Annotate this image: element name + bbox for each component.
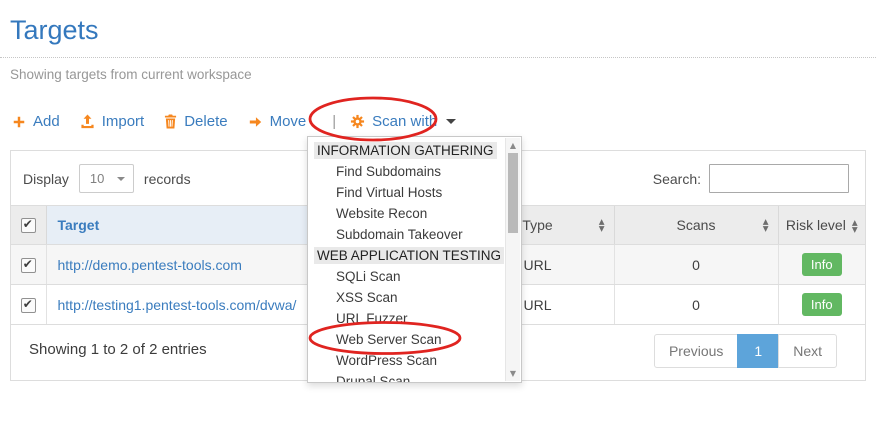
menu-item-drupal-scan[interactable]: Drupal Scan [308,371,505,383]
risk-header-label: Risk level [786,217,846,233]
previous-page-button[interactable]: Previous [654,334,738,368]
sort-icon [763,218,769,232]
trash-icon [164,114,177,129]
risk-info-badge[interactable]: Info [802,253,842,276]
import-label: Import [102,113,145,130]
move-button[interactable]: Move [248,113,307,130]
delete-button[interactable]: Delete [164,113,227,130]
scans-header-label: Scans [677,217,716,233]
search-label: Search: [653,171,701,187]
select-caret-icon [117,177,125,181]
row-checkbox[interactable] [21,298,36,313]
move-label: Move [270,113,307,130]
upload-icon [80,114,95,129]
scan-with-dropdown-menu: INFORMATION GATHERING Find Subdomains Fi… [307,136,522,383]
add-button[interactable]: Add [12,113,60,130]
entries-summary: Showing 1 to 2 of 2 entries [29,341,207,358]
sort-icon [599,218,605,232]
delete-label: Delete [184,113,227,130]
scans-cell: 0 [614,245,778,285]
menu-item-subdomain-takeover[interactable]: Subdomain Takeover [308,224,505,245]
pagination: Previous 1 Next [654,334,837,368]
column-header-scans[interactable]: Scans [614,206,778,245]
menu-item-xss-scan[interactable]: XSS Scan [308,287,505,308]
chevron-down-icon [446,119,456,124]
display-records-control: Display 10 records [23,164,191,193]
scrollbar-thumb[interactable] [508,153,518,233]
menu-category-web-application-testing: WEB APPLICATION TESTING [308,245,505,266]
menu-item-wordpress-scan[interactable]: WordPress Scan [308,350,505,371]
risk-info-badge[interactable]: Info [802,293,842,316]
search-input[interactable] [709,164,849,193]
sort-icon [852,219,858,233]
target-link[interactable]: http://demo.pentest-tools.com [58,257,242,273]
scroll-down-icon[interactable]: ▼ [506,369,520,378]
page-subtitle: Showing targets from current workspace [0,58,876,82]
scroll-up-icon[interactable]: ▲ [506,141,520,150]
next-page-button[interactable]: Next [778,334,837,368]
scan-with-button[interactable]: Scan with [350,113,456,130]
page-title: Targets [0,0,876,47]
gear-icon [350,114,365,129]
page-1-button[interactable]: 1 [737,334,779,368]
menu-item-website-recon[interactable]: Website Recon [308,203,505,224]
target-link[interactable]: http://testing1.pentest-tools.com/dvwa/ [58,297,297,313]
add-label: Add [33,113,60,130]
display-label: Display [23,171,69,187]
records-label: records [144,171,191,187]
select-all-header [11,206,46,245]
scans-cell: 0 [614,285,778,325]
menu-item-web-server-scan[interactable]: Web Server Scan [308,329,505,350]
type-header-label: Type [522,217,552,233]
menu-scrollbar[interactable]: ▲ ▼ [505,138,520,381]
display-count-select[interactable]: 10 [79,164,134,193]
menu-item-sqli-scan[interactable]: SQLi Scan [308,266,505,287]
column-header-risk[interactable]: Risk level [778,206,865,245]
row-checkbox[interactable] [21,258,36,273]
select-all-checkbox[interactable] [21,218,36,233]
targets-toolbar: Add Import Delete Move | Scan with [12,113,866,130]
display-count-value: 10 [90,171,104,186]
arrow-right-icon [248,115,263,129]
plus-icon [12,115,26,129]
search-control: Search: [653,164,849,193]
scan-with-label: Scan with [372,113,437,130]
menu-item-url-fuzzer[interactable]: URL Fuzzer [308,308,505,329]
menu-item-find-subdomains[interactable]: Find Subdomains [308,161,505,182]
menu-category-information-gathering: INFORMATION GATHERING [308,140,505,161]
toolbar-separator: | [332,113,336,130]
import-button[interactable]: Import [80,113,145,130]
menu-item-find-virtual-hosts[interactable]: Find Virtual Hosts [308,182,505,203]
